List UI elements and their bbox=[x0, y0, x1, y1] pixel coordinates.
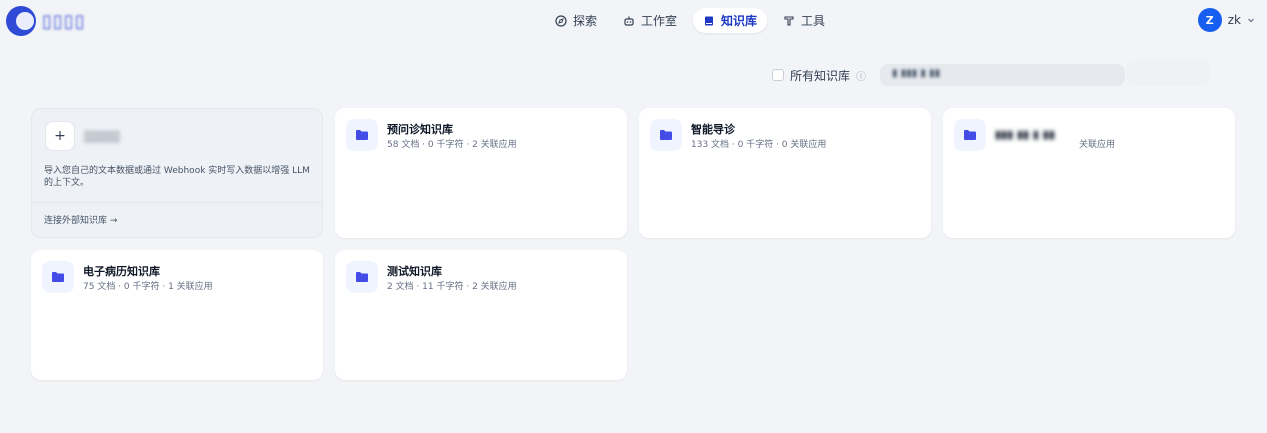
all-knowledge-label: 所有知识库 bbox=[790, 68, 851, 83]
robot-icon bbox=[624, 16, 634, 26]
search-input[interactable]: ▮ ▮▮▮ ▮ ▮▮ bbox=[880, 64, 1126, 86]
nav-explore[interactable]: 探索 bbox=[545, 8, 607, 33]
compass-icon bbox=[555, 14, 567, 27]
app-logo[interactable]: ▯▯▯▯ bbox=[6, 6, 86, 36]
create-knowledge-card[interactable]: + ▯▯▯▯▯ 导入您自己的文本数据或通过 Webhook 实时写入数据以增强 … bbox=[31, 108, 323, 238]
tool-icon bbox=[784, 15, 794, 26]
divider bbox=[32, 202, 322, 203]
knowledge-card-title: 智能导诊 bbox=[691, 123, 735, 136]
folder-icon bbox=[954, 119, 986, 151]
main-nav: 探索 工作室 知识库 工具 bbox=[545, 8, 835, 33]
logo-icon bbox=[6, 6, 36, 36]
faint-control bbox=[1127, 60, 1211, 86]
knowledge-card-meta: 133 文档 · 0 千字符 · 0 关联应用 bbox=[691, 140, 827, 150]
knowledge-card[interactable]: 电子病历知识库 75 文档 · 0 千字符 · 1 关联应用 bbox=[31, 250, 323, 380]
folder-icon bbox=[650, 119, 682, 151]
folder-icon bbox=[42, 261, 74, 293]
all-knowledge-checkbox[interactable] bbox=[772, 69, 784, 81]
knowledge-card-meta: 58 文档 · 0 千字符 · 2 关联应用 bbox=[387, 140, 517, 150]
plus-icon[interactable]: + bbox=[45, 121, 75, 151]
knowledge-card[interactable]: ▮▮▮ ▮▮ ▮ ▮▮ 关联应用 bbox=[943, 108, 1235, 238]
knowledge-card-title: 测试知识库 bbox=[387, 265, 442, 278]
knowledge-card[interactable]: 智能导诊 133 文档 · 0 千字符 · 0 关联应用 bbox=[639, 108, 931, 238]
folder-icon bbox=[346, 119, 378, 151]
nav-tools[interactable]: 工具 bbox=[773, 8, 835, 33]
knowledge-card-meta: 75 文档 · 0 千字符 · 1 关联应用 bbox=[83, 282, 213, 292]
user-menu[interactable]: Z zk bbox=[1197, 8, 1255, 32]
avatar: Z bbox=[1197, 8, 1222, 32]
nav-tools-label: 工具 bbox=[801, 14, 826, 28]
connect-external-link[interactable]: 连接外部知识库 → bbox=[44, 213, 117, 226]
nav-studio[interactable]: 工作室 bbox=[613, 8, 687, 33]
user-name: zk bbox=[1227, 13, 1241, 27]
knowledge-card[interactable]: 测试知识库 2 文档 · 11 千字符 · 2 关联应用 bbox=[335, 250, 627, 380]
knowledge-card[interactable]: 预问诊知识库 58 文档 · 0 千字符 · 2 关联应用 bbox=[335, 108, 627, 238]
chevron-down-icon bbox=[1248, 18, 1254, 23]
logo-wordmark: ▯▯▯▯ bbox=[42, 10, 86, 32]
nav-studio-label: 工作室 bbox=[641, 14, 678, 28]
knowledge-card-meta: 关联应用 bbox=[1079, 140, 1116, 150]
nav-knowledge[interactable]: 知识库 bbox=[693, 8, 768, 33]
nav-knowledge-label: 知识库 bbox=[721, 14, 758, 28]
knowledge-card-title: 电子病历知识库 bbox=[83, 265, 160, 278]
search-blurred-text: ▮ ▮▮▮ ▮ ▮▮ bbox=[892, 68, 941, 79]
knowledge-card-title-blurred: ▮▮▮ ▮▮ ▮ ▮▮ bbox=[995, 128, 1055, 141]
knowledge-card-title: 预问诊知识库 bbox=[387, 123, 453, 136]
top-header: ▯▯▯▯ 探索 工作室 知识库 工具 Z zk bbox=[0, 0, 1267, 41]
help-icon[interactable]: ⓘ bbox=[856, 68, 866, 83]
folder-icon bbox=[346, 261, 378, 293]
knowledge-card-meta: 2 文档 · 11 千字符 · 2 关联应用 bbox=[387, 282, 517, 292]
nav-explore-label: 探索 bbox=[573, 14, 598, 28]
create-description: 导入您自己的文本数据或通过 Webhook 实时写入数据以增强 LLM 的上下文… bbox=[44, 166, 310, 188]
create-title-blurred: ▯▯▯▯▯ bbox=[84, 129, 120, 144]
filter-bar: 所有知识库 ⓘ ▮ ▮▮▮ ▮ ▮▮ bbox=[772, 64, 1126, 86]
book-icon bbox=[705, 16, 714, 25]
